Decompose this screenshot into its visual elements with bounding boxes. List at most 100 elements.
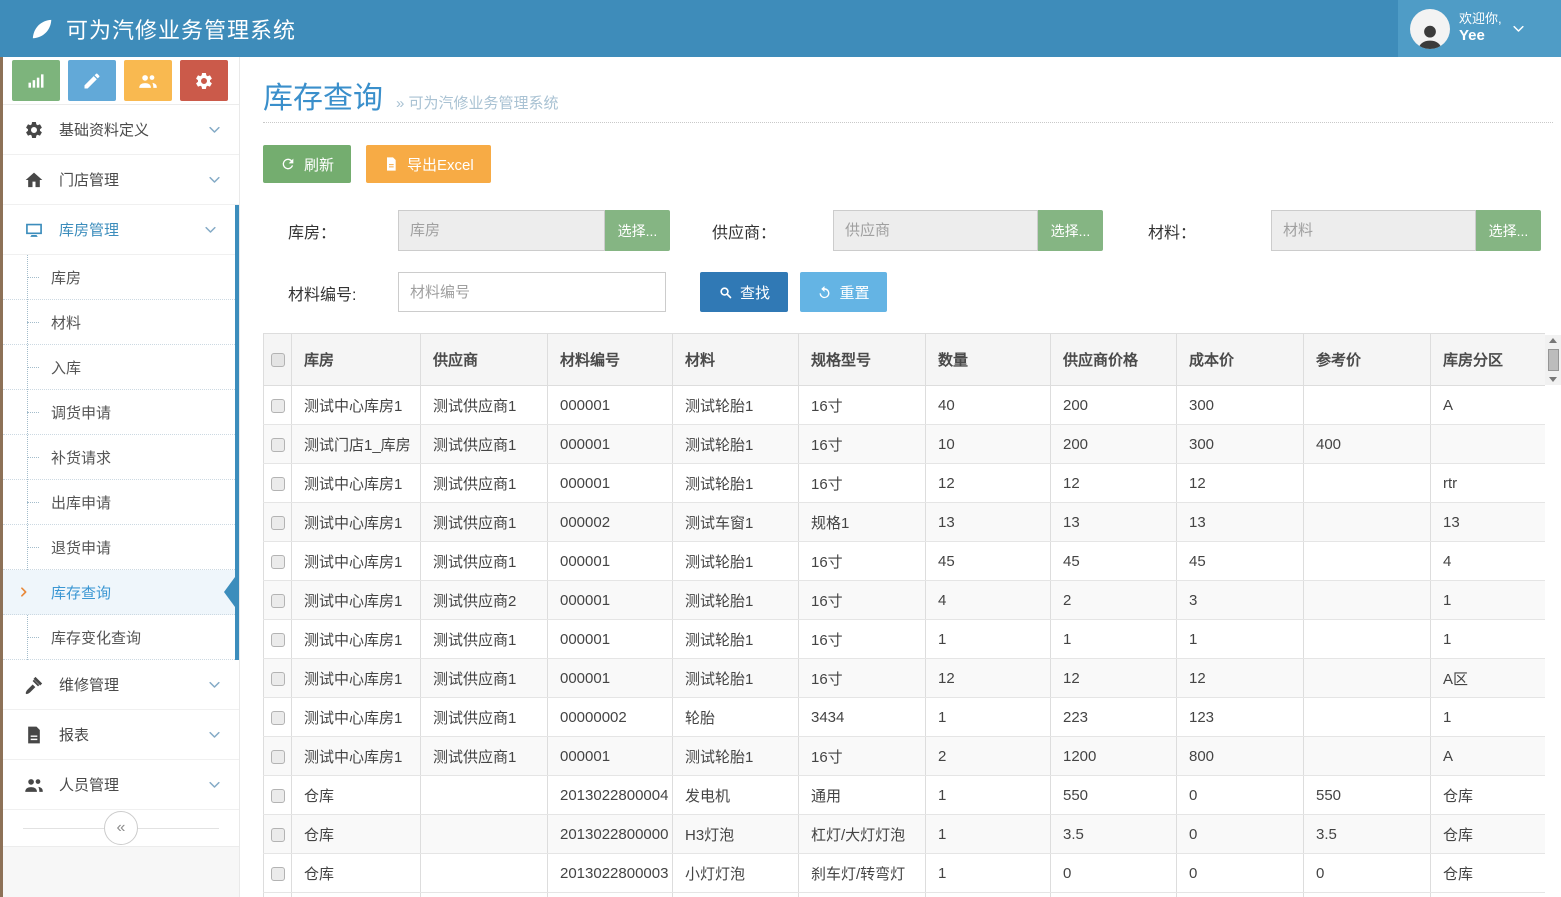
sidebar-subitem[interactable]: 入库: [3, 345, 235, 390]
sidebar-item[interactable]: 报表: [3, 710, 239, 760]
table-cell: 16寸: [799, 542, 926, 581]
table-row: 测试中心库房1测试供应商1000001测试轮胎116寸4545454: [264, 542, 1546, 581]
material-input[interactable]: [1271, 210, 1476, 251]
supplier-input[interactable]: [833, 210, 1038, 251]
table-cell: 测试中心库房1: [292, 698, 421, 737]
row-select-cell: [264, 620, 292, 659]
table-cell: 3.5: [1304, 815, 1431, 854]
table-cell: [1304, 659, 1431, 698]
table-cell: 1: [926, 776, 1051, 815]
row-checkbox[interactable]: [271, 555, 285, 569]
table-cell: 0: [1304, 854, 1431, 893]
reset-button[interactable]: 重置: [800, 272, 887, 312]
row-checkbox[interactable]: [271, 711, 285, 725]
table-cell: 3.5: [1051, 815, 1177, 854]
row-checkbox[interactable]: [271, 516, 285, 530]
sidebar-subitem[interactable]: 库存查询: [3, 570, 235, 615]
table-cell: 000001: [548, 659, 673, 698]
table-cell: 45: [1177, 542, 1304, 581]
table-cell: 测试供应商1: [421, 542, 548, 581]
table-cell: 测试轮胎1: [673, 425, 799, 464]
material-no-input[interactable]: [398, 272, 666, 312]
row-checkbox[interactable]: [271, 750, 285, 764]
inventory-table: 库房供应商材料编号材料规格型号数量供应商价格成本价参考价库房分区 测试中心库房1…: [263, 333, 1545, 897]
scrollbar-thumb[interactable]: [1548, 349, 1559, 371]
table-cell: [1304, 464, 1431, 503]
sidebar-subitem[interactable]: 退货申请: [3, 525, 235, 570]
table-cell: 1: [1051, 620, 1177, 659]
sidebar-subitem[interactable]: 材料: [3, 300, 235, 345]
select-all-checkbox[interactable]: [271, 353, 285, 367]
supplier-label: 供应商：: [712, 210, 776, 251]
row-checkbox[interactable]: [271, 399, 285, 413]
row-checkbox[interactable]: [271, 633, 285, 647]
table-cell: 16寸: [799, 386, 926, 425]
stats-quick-button[interactable]: [12, 60, 60, 101]
row-checkbox[interactable]: [271, 672, 285, 686]
user-menu[interactable]: 欢迎你, Yee: [1398, 0, 1561, 57]
table-cell: 仓库: [292, 815, 421, 854]
warehouse-input[interactable]: [398, 210, 605, 251]
chevron-down-icon: [207, 777, 222, 792]
table-cell: H3灯泡: [673, 815, 799, 854]
main-content: 库存查询 » 可为汽修业务管理系统 刷新 导出Excel 库房： 选择... 供…: [240, 57, 1561, 897]
inventory-table-body: 测试中心库房1测试供应商1000001测试轮胎116寸40200300A测试门店…: [264, 386, 1546, 897]
table-cell: [673, 893, 799, 897]
row-checkbox[interactable]: [271, 867, 285, 881]
table-cell: 测试轮胎1: [673, 386, 799, 425]
table-cell: 测试中心库房1: [292, 737, 421, 776]
table-cell: 223: [1051, 698, 1177, 737]
table-row: 仓库2013022800004发电机通用15500550仓库: [264, 776, 1546, 815]
sidebar-item-label: 基础资料定义: [59, 119, 149, 140]
table-cell: 45: [1051, 542, 1177, 581]
warehouse-select-button[interactable]: 选择...: [605, 210, 670, 251]
table-cell: 仓库: [292, 854, 421, 893]
members-quick-button[interactable]: [124, 60, 172, 101]
row-checkbox[interactable]: [271, 438, 285, 452]
settings-quick-button[interactable]: [180, 60, 228, 101]
table-cell: 000002: [548, 503, 673, 542]
sidebar-item[interactable]: 人员管理: [3, 760, 239, 810]
table-cell: 测试中心库房1: [292, 659, 421, 698]
table-cell: 12: [1177, 464, 1304, 503]
table-cell: 13: [926, 503, 1051, 542]
sidebar-subitem[interactable]: 调货申请: [3, 390, 235, 435]
row-checkbox[interactable]: [271, 789, 285, 803]
search-button[interactable]: 查找: [700, 272, 788, 312]
table-cell: 规格1: [799, 503, 926, 542]
material-select-button[interactable]: 选择...: [1476, 210, 1541, 251]
chevron-down-icon[interactable]: [1511, 21, 1526, 36]
table-cell: 4: [1431, 542, 1546, 581]
table-scrollbar[interactable]: [1545, 335, 1561, 385]
row-checkbox[interactable]: [271, 594, 285, 608]
sidebar-subitem[interactable]: 补货请求: [3, 435, 235, 480]
sidebar-item[interactable]: 门店管理: [3, 155, 239, 205]
sidebar-subitem[interactable]: 库存变化查询: [3, 615, 235, 660]
edit-quick-button[interactable]: [68, 60, 116, 101]
table-cell: [1304, 893, 1431, 897]
sidebar-collapse-button[interactable]: «: [104, 811, 138, 845]
app-brand: 可为汽修业务管理系统: [0, 0, 1561, 57]
scroll-up-icon[interactable]: [1549, 338, 1557, 343]
sidebar-submenu: 库房材料入库调货申请补货请求出库申请退货申请库存查询库存变化查询: [3, 255, 235, 660]
users-icon: [24, 775, 44, 795]
table-cell: 12: [1051, 659, 1177, 698]
sidebar-subitem[interactable]: 出库申请: [3, 480, 235, 525]
sidebar-subitem-label: 调货申请: [51, 402, 111, 423]
sidebar-item[interactable]: 基础资料定义: [3, 105, 239, 155]
sidebar-item[interactable]: 维修管理: [3, 660, 239, 710]
row-checkbox[interactable]: [271, 477, 285, 491]
supplier-select-button[interactable]: 选择...: [1038, 210, 1103, 251]
sidebar-item[interactable]: 库房管理: [3, 205, 235, 255]
table-cell: 45: [926, 542, 1051, 581]
scroll-down-icon[interactable]: [1549, 377, 1557, 382]
warehouse-label: 库房：: [288, 210, 336, 251]
table-cell: 1: [1431, 620, 1546, 659]
table-cell: 000001: [548, 620, 673, 659]
table-cell: [1304, 698, 1431, 737]
table-cell: 40: [926, 386, 1051, 425]
row-checkbox[interactable]: [271, 828, 285, 842]
table-cell: 000001: [548, 464, 673, 503]
table-cell: 仓库: [292, 776, 421, 815]
sidebar-subitem[interactable]: 库房: [3, 255, 235, 300]
